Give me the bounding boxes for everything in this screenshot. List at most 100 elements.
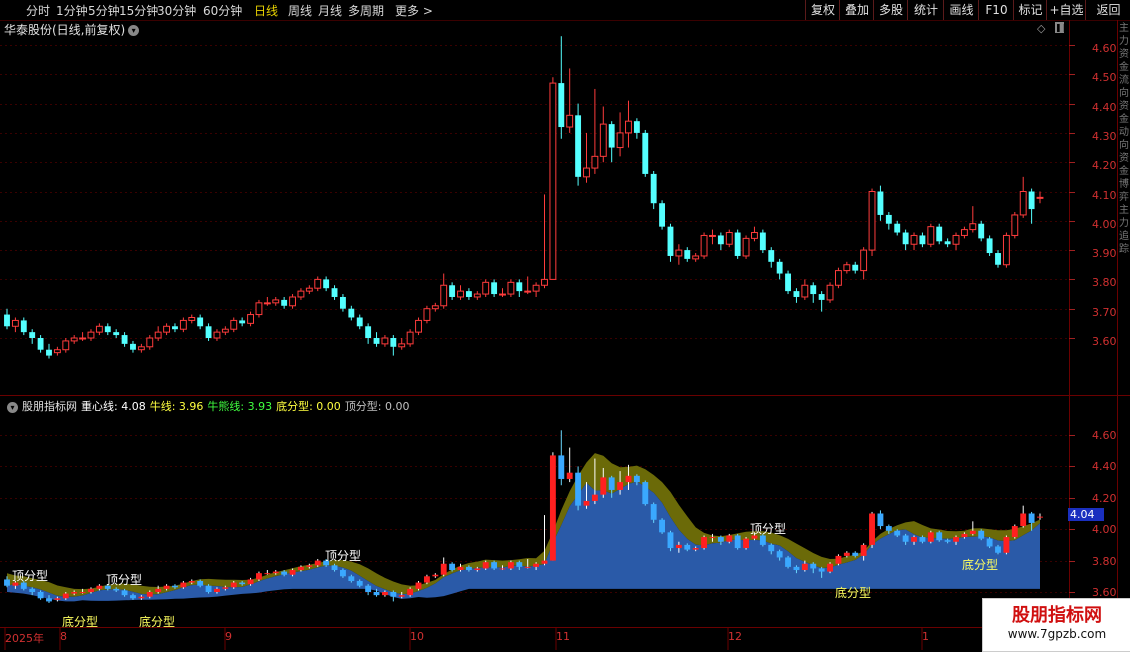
candle-body	[373, 338, 380, 344]
ind-candle-body	[524, 566, 531, 568]
candle-body	[1036, 196, 1044, 199]
date-axis-label: 9	[225, 630, 232, 643]
indicator-axis-label: 4.40	[1092, 460, 1117, 474]
ind-candle-body	[617, 482, 624, 490]
candle-body	[46, 349, 52, 356]
candle-body	[751, 232, 758, 239]
ind-candle-body	[398, 595, 405, 597]
candle-body	[633, 121, 640, 133]
chevron-down-icon[interactable]: ▾	[7, 401, 18, 413]
bottom-fractal-label: 底分型	[835, 586, 872, 600]
candle-body	[1019, 191, 1027, 216]
ind-candle-body	[709, 537, 716, 539]
ind-candle-body	[701, 537, 708, 549]
lower-band	[7, 481, 1040, 602]
candle-body	[852, 264, 859, 271]
ind-candle-body	[726, 535, 733, 542]
ind-candle-body	[768, 544, 775, 552]
ind-candle-body	[46, 598, 52, 602]
candle-body	[541, 278, 548, 286]
ind-candle-body	[407, 588, 414, 596]
candle-body	[524, 290, 532, 293]
ind-candle-body	[264, 573, 271, 575]
indicator-field: 牛熊线: 3.93	[207, 400, 273, 413]
candle-body	[860, 249, 868, 272]
candle-body	[684, 250, 691, 259]
candle-body	[163, 325, 171, 333]
ind-candle-body	[88, 588, 94, 592]
ind-candle-body	[37, 592, 44, 599]
ind-candle-body	[130, 595, 136, 599]
indicator-header: ▾ 股朋指标网 重心线: 4.08 牛线: 3.96 牛熊线: 3.93 底分型: 0.0…	[4, 398, 414, 414]
candle-body	[213, 331, 221, 339]
indicator-field: 重心线: 4.08	[81, 400, 146, 413]
price-axis-label: 4.20	[1092, 159, 1117, 173]
candle-body	[272, 299, 280, 304]
candle-body	[566, 114, 574, 128]
ind-candle-body	[827, 563, 833, 572]
candle-body	[616, 132, 624, 149]
ind-candle-body	[121, 590, 128, 596]
ind-candle-body	[230, 582, 237, 588]
candle-body	[532, 284, 540, 292]
candle-body	[995, 253, 1001, 265]
date-axis-label: 12	[728, 630, 742, 643]
price-axis-label: 4.50	[1092, 71, 1117, 85]
ind-candle-body	[843, 552, 850, 556]
candle-body	[877, 191, 884, 215]
candle-body	[667, 226, 674, 256]
candle-body	[297, 290, 305, 298]
indicator-field: 牛线: 3.96	[149, 400, 204, 413]
candle-body	[365, 326, 372, 338]
watermark-url: www.7gpzb.com	[1007, 627, 1107, 641]
candle-body	[759, 232, 766, 251]
candle-body	[885, 214, 892, 224]
candle-body	[936, 226, 943, 242]
ind-candle-body	[692, 548, 699, 550]
main-chart	[0, 20, 1130, 650]
candle-body	[818, 294, 825, 300]
candle-body	[776, 261, 783, 274]
candle-body	[406, 331, 414, 345]
candle-body	[339, 296, 346, 309]
candle-body	[826, 284, 834, 301]
candle-body	[323, 279, 330, 289]
candle-body	[398, 343, 406, 348]
candle-body	[910, 234, 918, 245]
candle-body	[599, 123, 607, 157]
ind-candle-body	[869, 513, 875, 545]
ind-candle-body	[1037, 516, 1043, 518]
candle-body	[868, 191, 876, 251]
ind-candle-body	[961, 533, 968, 538]
candle-body	[179, 319, 187, 330]
ind-candle-body	[558, 455, 565, 479]
indicator-axis-label: 4.00	[1092, 523, 1117, 537]
candle-body	[692, 255, 700, 260]
ind-candle-body	[734, 535, 741, 549]
candle-body	[810, 285, 817, 295]
ind-candle-body	[743, 538, 749, 549]
ind-candle-body	[860, 544, 867, 556]
candle-body	[709, 234, 716, 237]
ind-candle-body	[272, 571, 279, 574]
ind-candle-body	[348, 576, 355, 582]
price-axis-label: 4.30	[1092, 129, 1117, 143]
candle-body	[154, 331, 162, 339]
price-axis-label: 4.00	[1092, 217, 1117, 231]
ind-candle-body	[877, 513, 884, 527]
candle-body	[121, 335, 128, 344]
ind-candle-body	[247, 579, 254, 585]
candle-body	[113, 332, 120, 336]
watermark: 股朋指标网 www.7gpzb.com	[982, 598, 1130, 652]
indicator-field: 底分型: 0.00	[276, 400, 341, 413]
candle-body	[642, 132, 649, 174]
candle-body	[289, 296, 296, 307]
candle-body	[356, 317, 363, 327]
ind-candle-body	[298, 566, 304, 571]
candle-body	[137, 346, 145, 351]
ind-candle-body	[978, 530, 985, 539]
ind-candle-body	[289, 570, 296, 575]
candle-body	[172, 326, 178, 330]
ind-candle-body	[339, 570, 346, 577]
candle-body	[255, 302, 263, 316]
